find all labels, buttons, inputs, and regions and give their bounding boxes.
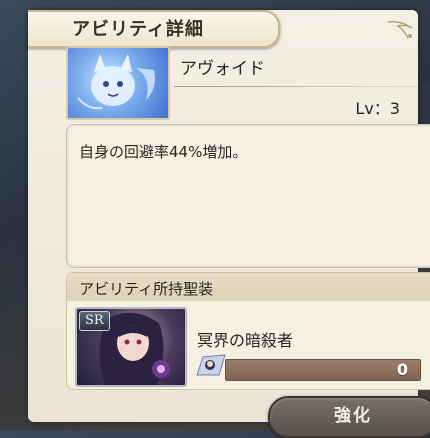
header-tab: アビリティ詳細 — [28, 10, 280, 48]
exp-bar: 0 — [225, 359, 421, 381]
enhance-button[interactable]: 強化 — [268, 396, 430, 438]
corner-ornament-icon — [387, 20, 413, 39]
page-title: アビリティ詳細 — [72, 19, 204, 40]
assassin-character-card[interactable]: SR — [75, 307, 187, 387]
ice-spirit-icon — [66, 46, 170, 120]
rarity-badge: SR — [79, 311, 110, 331]
ability-detail-panel: アビリティ詳細 アヴォイド Lv：3 自身の回避率44%増加。 アビリティ所持聖… — [28, 10, 430, 438]
equipment-section-header: アビリティ所持聖装 — [67, 273, 430, 301]
ability-level: Lv：3 — [355, 99, 400, 118]
equipment-thumb-icon — [196, 354, 226, 376]
ability-description: 自身の回避率44%増加。 — [79, 143, 248, 161]
equipment-name: 冥界の暗殺者 — [197, 331, 294, 350]
divider — [174, 86, 430, 87]
equipment-section-title: アビリティ所持聖装 — [79, 280, 214, 298]
ability-name: アヴォイド — [180, 59, 265, 79]
description-box: 自身の回避率44%増加。 — [66, 124, 430, 268]
exp-value: 0 — [396, 360, 408, 379]
equipment-section: アビリティ所持聖装 SR 冥界の暗殺者 0 — [66, 272, 430, 390]
